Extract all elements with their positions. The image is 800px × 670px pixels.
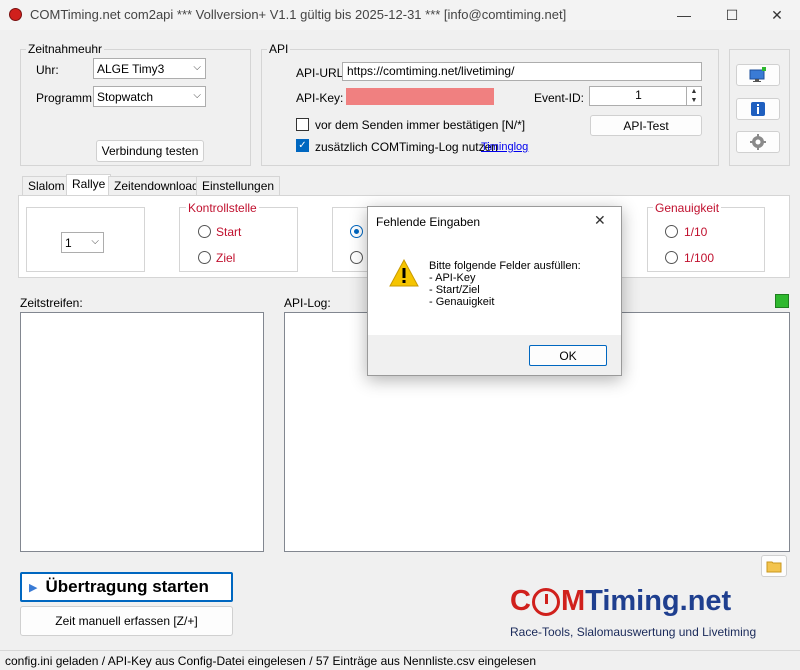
manual-time-button[interactable]: Zeit manuell erfassen [Z/+] xyxy=(20,606,233,636)
minimize-button[interactable]: — xyxy=(661,0,707,30)
logo-tagline: Race-Tools, Slalomauswertung und Livetim… xyxy=(510,625,757,639)
settings-button[interactable] xyxy=(736,131,780,153)
radio-ziel-label: Ziel xyxy=(216,251,236,265)
programm-select-value: Stopwatch xyxy=(97,89,154,104)
radio-1-100[interactable] xyxy=(665,251,678,264)
chevron-down-icon: ⌵ xyxy=(91,236,99,247)
radio-start-label: Start xyxy=(216,225,242,239)
radio-ziel[interactable] xyxy=(198,251,211,264)
tab-rallye[interactable]: Rallye xyxy=(66,174,112,196)
info-icon xyxy=(751,102,765,116)
logo-m: M xyxy=(560,585,586,617)
kontrollstelle-title: Kontrollstelle xyxy=(186,201,259,215)
zeitnahmeuhr-title: Zeitnahmeuhr xyxy=(26,42,105,56)
dialog-item-genauigkeit: - Genauigkeit xyxy=(429,296,495,308)
window-title: COMTiming.net com2api *** Vollversion+ V… xyxy=(30,7,567,22)
timinglog-link[interactable]: Timinglog xyxy=(481,141,528,153)
close-button[interactable]: ✕ xyxy=(754,0,800,30)
api-test-button[interactable]: API-Test xyxy=(590,115,702,136)
info-button[interactable] xyxy=(736,98,780,120)
zeitstreifen-label: Zeitstreifen: xyxy=(20,296,83,310)
radio-mode-2[interactable] xyxy=(350,251,363,264)
api-title: API xyxy=(267,42,291,56)
gear-icon xyxy=(750,134,766,150)
radio-1-100-label: 1/100 xyxy=(684,251,715,265)
log-label: zusätzlich COMTiming-Log nutzen xyxy=(315,140,498,154)
zeitstreifen-list[interactable] xyxy=(20,312,264,552)
status-text: config.ini geladen / API-Key aus Config-… xyxy=(5,654,536,668)
event-id-label: Event-ID: xyxy=(534,91,585,105)
event-id-spinner[interactable]: ▲ ▼ xyxy=(686,87,701,105)
app-icon xyxy=(9,8,22,21)
uhr-label: Uhr: xyxy=(36,63,59,77)
status-indicator xyxy=(775,294,789,308)
api-log-label: API-Log: xyxy=(284,296,331,310)
folder-icon xyxy=(766,561,782,572)
uhr-select[interactable]: ALGE Timy3 ⌵ xyxy=(93,58,206,79)
log-checkbox[interactable]: ✓ xyxy=(296,139,309,152)
confirm-label: vor dem Senden immer bestätigen [N/*] xyxy=(315,118,526,132)
chevron-down-icon: ⌵ xyxy=(193,90,201,101)
dialog-footer: OK xyxy=(368,335,621,375)
tab-einstellungen[interactable]: Einstellungen xyxy=(196,176,281,195)
confirm-checkbox[interactable] xyxy=(296,118,309,131)
radio-mode-1[interactable] xyxy=(350,225,363,238)
programm-select[interactable]: Stopwatch ⌵ xyxy=(93,86,206,107)
kontrollstelle-group xyxy=(179,207,298,272)
stopwatch-icon: O xyxy=(531,587,560,616)
start-transmission-label: Übertragung starten xyxy=(45,577,209,596)
dialog-title: Fehlende Eingaben xyxy=(376,215,481,229)
monitor-add-button[interactable] xyxy=(736,64,780,86)
dialog-item-start-ziel: - Start/Ziel xyxy=(429,284,480,296)
api-key-input[interactable] xyxy=(346,88,494,105)
dialog-message-heading: Bitte folgende Felder ausfüllen: xyxy=(429,260,581,272)
monitor-add-icon xyxy=(749,67,766,82)
logo-timing: Timing.net xyxy=(585,585,732,617)
status-bar: config.ini geladen / API-Key aus Config-… xyxy=(0,650,800,670)
dialog-ok-button[interactable]: OK xyxy=(529,345,607,366)
radio-start[interactable] xyxy=(198,225,211,238)
verbindung-testen-button[interactable]: Verbindung testen xyxy=(96,140,204,162)
api-url-input[interactable]: https://comtiming.net/livetiming/ xyxy=(342,62,702,81)
genauigkeit-title: Genauigkeit xyxy=(653,201,722,215)
api-url-label: API-URL: xyxy=(296,66,347,80)
rallye-number-select[interactable]: 1 ⌵ xyxy=(61,232,104,253)
programm-label: Programm: xyxy=(36,91,96,105)
dialog-item-api-key: - API-Key xyxy=(429,272,476,284)
uhr-select-value: ALGE Timy3 xyxy=(97,61,165,76)
comtiming-logo: C O M Timing.net xyxy=(510,585,731,618)
warning-icon xyxy=(389,259,419,287)
dialog-message: Bitte folgende Felder ausfüllen: - API-K… xyxy=(429,260,581,308)
start-transmission-button[interactable]: ▶ Übertragung starten xyxy=(20,572,233,602)
chevron-down-icon: ⌵ xyxy=(193,62,201,73)
missing-input-dialog: Fehlende Eingaben ✕ Bitte folgende Felde… xyxy=(367,206,622,376)
radio-1-10[interactable] xyxy=(665,225,678,238)
dialog-titlebar: Fehlende Eingaben ✕ xyxy=(368,207,621,236)
maximize-button[interactable]: ☐ xyxy=(709,0,755,30)
tab-zeitendownload[interactable]: Zeitendownload xyxy=(108,176,205,195)
tab-slalom[interactable]: Slalom xyxy=(22,176,71,195)
logo-c: C xyxy=(510,585,531,617)
api-key-label: API-Key: xyxy=(296,91,344,105)
rallye-number-value: 1 xyxy=(65,235,72,250)
title-bar: COMTiming.net com2api *** Vollversion+ V… xyxy=(0,0,800,30)
dialog-close-button[interactable]: ✕ xyxy=(594,212,606,229)
open-folder-button[interactable] xyxy=(761,555,787,577)
radio-1-10-label: 1/10 xyxy=(684,225,708,239)
play-icon: ▶ xyxy=(29,581,38,594)
